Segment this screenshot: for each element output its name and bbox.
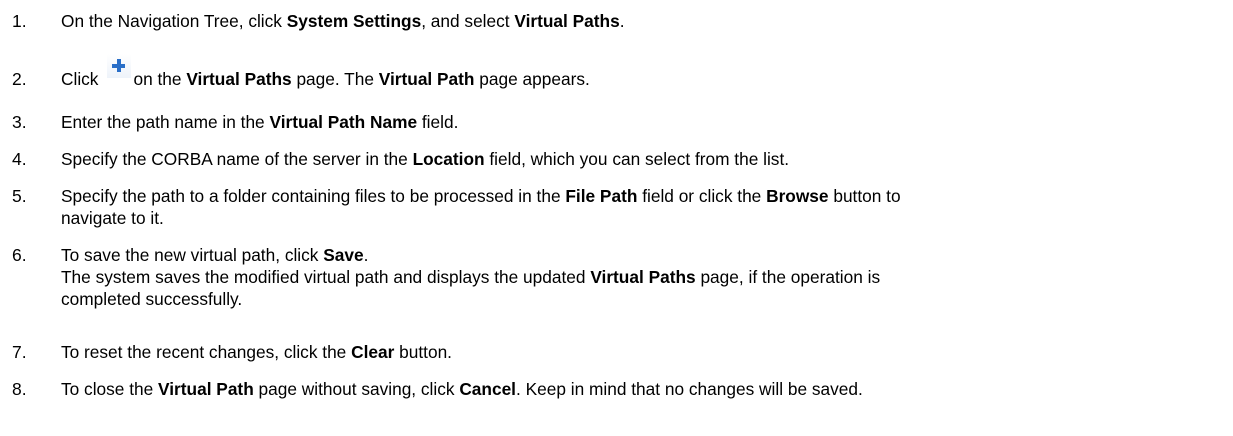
text-run: button to [828, 186, 901, 206]
text-run: button. [394, 342, 452, 362]
step-number: 5. [12, 186, 27, 206]
text-line: navigate to it. [61, 207, 1211, 229]
text-run: . [619, 11, 625, 31]
text-run: On the Navigation Tree, click [61, 11, 287, 31]
ui-term: Virtual Paths [590, 267, 696, 287]
procedure-steps: 1. On the Navigation Tree, click System … [0, 0, 1233, 436]
text-line: completed successfully. [61, 288, 1211, 310]
step-text: To reset the recent changes, click the C… [61, 341, 1211, 363]
text-run: Specify the CORBA name of the server in … [61, 149, 413, 169]
text-line: The system saves the modified virtual pa… [61, 266, 1211, 288]
step-number: 6. [12, 245, 27, 265]
ui-term: Save [323, 245, 364, 265]
text-run: page appears. [474, 69, 590, 89]
ui-term: Virtual Path [158, 379, 254, 399]
text-run: To save the new virtual path, click [61, 245, 324, 265]
text-line: To save the new virtual path, click Save… [61, 244, 1211, 266]
step-text: Click on the Virtual Paths page. The Virt… [61, 54, 1211, 90]
ui-term: Location [412, 149, 485, 169]
text-run: navigate to it. [61, 208, 164, 228]
text-run: on the [133, 69, 187, 89]
step-text: Specify the path to a folder containing … [61, 185, 1211, 229]
text-run: page without saving, click [253, 379, 460, 399]
text-run: field, which you can select from the lis… [484, 149, 790, 169]
text-run: Click [61, 69, 99, 89]
text-run: , and select [421, 11, 515, 31]
step-number: 8. [12, 379, 27, 399]
step-text: Enter the path name in the Virtual Path … [61, 111, 1211, 133]
step-number: 4. [12, 149, 27, 169]
step-text: Specify the CORBA name of the server in … [61, 148, 1211, 170]
text-run: field. [417, 112, 459, 132]
plus-icon[interactable] [107, 54, 132, 78]
text-run: Specify the path to a folder containing … [61, 186, 566, 206]
step-number: 3. [12, 112, 27, 132]
ui-term: File Path [565, 186, 638, 206]
ui-term: Clear [351, 342, 395, 362]
step-text: On the Navigation Tree, click System Set… [61, 10, 1211, 32]
text-run: . [363, 245, 369, 265]
ui-term: Cancel [459, 379, 516, 399]
text-run: page. The [291, 69, 379, 89]
step-number: 2. [12, 69, 27, 89]
ui-term: Virtual Path Name [269, 112, 418, 132]
text-line: Specify the path to a folder containing … [61, 185, 1211, 207]
ui-term: Virtual Paths [514, 11, 620, 31]
text-run: To reset the recent changes, click the [61, 342, 352, 362]
text-run: The system saves the modified virtual pa… [61, 267, 591, 287]
step-number: 1. [12, 11, 27, 31]
ui-term: System Settings [286, 11, 422, 31]
ui-term: Virtual Path [378, 69, 475, 89]
text-run: completed successfully. [61, 289, 243, 309]
ui-term: Virtual Paths [186, 69, 292, 89]
ui-term: Browse [766, 186, 829, 206]
text-run: page, if the operation is [695, 267, 881, 287]
step-number: 7. [12, 342, 27, 362]
text-run: field or click the [637, 186, 767, 206]
text-run: Enter the path name in the [61, 112, 270, 132]
text-run: To close the [61, 379, 159, 399]
text-run: . Keep in mind that no changes will be s… [515, 379, 863, 399]
step-text: To close the Virtual Path page without s… [61, 378, 1211, 400]
step-text: To save the new virtual path, click Save… [61, 244, 1211, 310]
